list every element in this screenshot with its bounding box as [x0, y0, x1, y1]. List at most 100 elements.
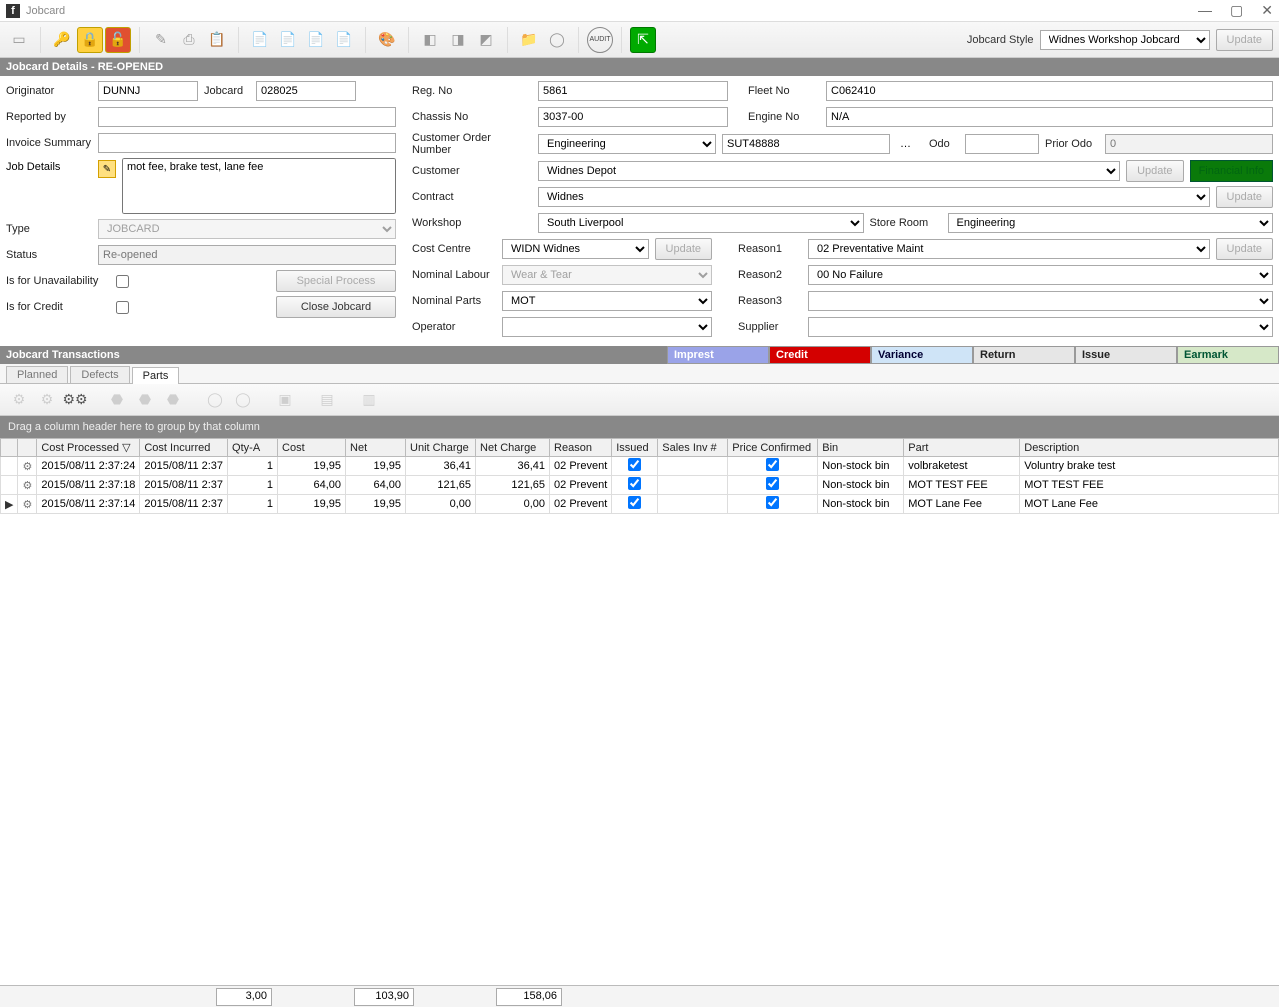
audit-icon[interactable]: AUDIT [587, 27, 613, 53]
customer-select[interactable]: Widnes Depot [538, 161, 1120, 181]
doc1-icon[interactable]: 📄 [247, 27, 273, 53]
variance-button[interactable]: Variance [871, 346, 973, 364]
reason3-label: Reason3 [738, 295, 802, 307]
financial-info-button[interactable]: Financial Info [1190, 160, 1273, 182]
reported-by-label: Reported by [6, 111, 92, 123]
customer-update-button[interactable]: Update [1126, 160, 1183, 182]
col-cost-incurred[interactable]: Cost Incurred [140, 439, 228, 457]
cust-order-val-field[interactable] [722, 134, 890, 154]
col-issued[interactable]: Issued [612, 439, 658, 457]
invoice-summary-label: Invoice Summary [6, 137, 92, 149]
invoice-summary-field[interactable] [98, 133, 396, 153]
parts-tool10-icon[interactable]: ▤ [314, 387, 340, 413]
doc2-icon[interactable]: 📄 [275, 27, 301, 53]
close-icon[interactable]: ✕ [1261, 2, 1273, 19]
parts-tool4-icon[interactable]: ⬣ [104, 387, 130, 413]
workshop-select[interactable]: South Liverpool [538, 213, 864, 233]
cust-order-cat-select[interactable]: Engineering [538, 134, 716, 154]
close-jobcard-button[interactable]: Close Jobcard [276, 296, 396, 318]
jobcard-style-select[interactable]: Widnes Workshop Jobcard [1040, 30, 1210, 50]
issue-button[interactable]: Issue [1075, 346, 1177, 364]
originator-field[interactable] [98, 81, 198, 101]
table-row[interactable]: ⚙2015/08/11 2:37:242015/08/11 2:37119,95… [1, 457, 1279, 476]
update-button[interactable]: Update [1216, 29, 1273, 51]
supplier-select[interactable] [808, 317, 1273, 337]
reported-by-field[interactable] [98, 107, 396, 127]
parts-tool2-icon[interactable]: ⚙ [34, 387, 60, 413]
parts-tool9-icon[interactable]: ▣ [272, 387, 298, 413]
key-icon[interactable]: 🔑 [49, 27, 75, 53]
reason1-update-button[interactable]: Update [1216, 238, 1273, 260]
earmark-button[interactable]: Earmark [1177, 346, 1279, 364]
imprest-button[interactable]: Imprest [667, 346, 769, 364]
color-icon[interactable]: 🎨 [374, 27, 400, 53]
col-reason[interactable]: Reason [550, 439, 612, 457]
parts-tool6-icon[interactable]: ⬣ [160, 387, 186, 413]
tab-defects[interactable]: Defects [70, 366, 129, 383]
table-row[interactable]: ⚙2015/08/11 2:37:182015/08/11 2:37164,00… [1, 476, 1279, 495]
maximize-icon[interactable]: ▢ [1230, 2, 1243, 19]
table-row[interactable]: ▶⚙2015/08/11 2:37:142015/08/11 2:37119,9… [1, 495, 1279, 514]
col-bin[interactable]: Bin [818, 439, 904, 457]
col-qty[interactable]: Qty-A [228, 439, 278, 457]
operator-select[interactable] [502, 317, 712, 337]
jobcard-field[interactable] [256, 81, 356, 101]
special-process-button[interactable]: Special Process [276, 270, 396, 292]
new-icon[interactable]: ▭ [6, 27, 32, 53]
reg-no-field[interactable] [538, 81, 728, 101]
doc3-icon[interactable]: 📄 [303, 27, 329, 53]
nominal-parts-select[interactable]: MOT [502, 291, 712, 311]
engine-no-field[interactable] [826, 107, 1273, 127]
tool7-icon[interactable]: ◩ [473, 27, 499, 53]
col-unit-charge[interactable]: Unit Charge [406, 439, 476, 457]
store-room-select[interactable]: Engineering [948, 213, 1274, 233]
col-net-charge[interactable]: Net Charge [476, 439, 550, 457]
is-for-credit-checkbox[interactable] [116, 301, 129, 314]
doc4-icon[interactable]: 📄 [331, 27, 357, 53]
is-for-unavail-checkbox[interactable] [116, 275, 129, 288]
parts-tool7-icon[interactable]: ◯ [202, 387, 228, 413]
refresh-icon[interactable]: ◯ [544, 27, 570, 53]
group-bar[interactable]: Drag a column header here to group by th… [0, 416, 1279, 438]
parts-grid: Cost Processed ▽ Cost Incurred Qty-A Cos… [0, 438, 1279, 514]
exit-icon[interactable]: ⇱ [630, 27, 656, 53]
parts-tool8-icon[interactable]: ◯ [230, 387, 256, 413]
col-price-confirmed[interactable]: Price Confirmed [728, 439, 818, 457]
reason3-select[interactable] [808, 291, 1273, 311]
cost-centre-select[interactable]: WIDN Widnes [502, 239, 649, 259]
col-description[interactable]: Description [1020, 439, 1279, 457]
parts-tool5-icon[interactable]: ⬣ [132, 387, 158, 413]
ellipsis-icon[interactable]: … [896, 138, 915, 150]
unlock-icon[interactable]: 🔓 [105, 27, 131, 53]
cost-centre-update-button[interactable]: Update [655, 238, 712, 260]
col-cost[interactable]: Cost [278, 439, 346, 457]
odo-field[interactable] [965, 134, 1039, 154]
contract-update-button[interactable]: Update [1216, 186, 1273, 208]
parts-tool3-icon[interactable]: ⚙⚙ [62, 387, 88, 413]
col-sales-inv[interactable]: Sales Inv # [658, 439, 728, 457]
col-cost-processed[interactable]: Cost Processed ▽ [37, 439, 140, 457]
edit-icon[interactable]: ✎ [148, 27, 174, 53]
tool5-icon[interactable]: ◧ [417, 27, 443, 53]
tab-parts[interactable]: Parts [132, 367, 180, 384]
col-part[interactable]: Part [904, 439, 1020, 457]
credit-button[interactable]: Credit [769, 346, 871, 364]
parts-tool11-icon[interactable]: ▥ [356, 387, 382, 413]
folder-icon[interactable]: 📁 [516, 27, 542, 53]
tab-planned[interactable]: Planned [6, 366, 68, 383]
chassis-no-field[interactable] [538, 107, 728, 127]
minimize-icon[interactable]: — [1198, 2, 1212, 19]
contract-select[interactable]: Widnes [538, 187, 1210, 207]
print-icon[interactable]: ⎙ [176, 27, 202, 53]
fleet-no-field[interactable] [826, 81, 1273, 101]
lock-icon[interactable]: 🔒 [77, 27, 103, 53]
col-net[interactable]: Net [346, 439, 406, 457]
job-details-field[interactable]: mot fee, brake test, lane fee [122, 158, 396, 214]
reason1-select[interactable]: 02 Preventative Maint [808, 239, 1210, 259]
clipboard-icon[interactable]: 📋 [204, 27, 230, 53]
return-button[interactable]: Return [973, 346, 1075, 364]
edit-job-details-icon[interactable]: ✎ [98, 160, 116, 178]
parts-tool1-icon[interactable]: ⚙ [6, 387, 32, 413]
tool6-icon[interactable]: ◨ [445, 27, 471, 53]
reason2-select[interactable]: 00 No Failure [808, 265, 1273, 285]
